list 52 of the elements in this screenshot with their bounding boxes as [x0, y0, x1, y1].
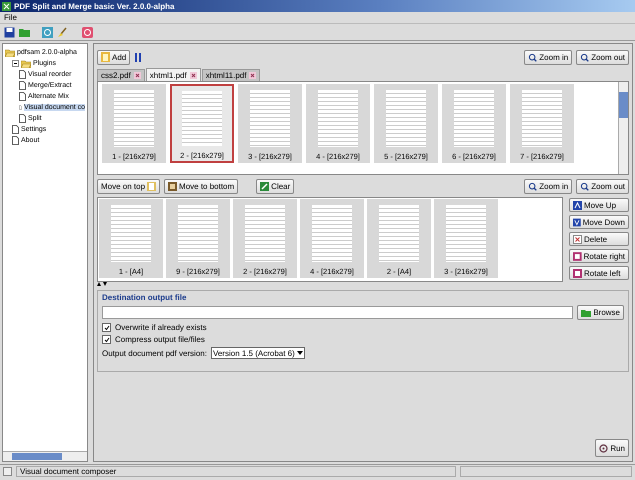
- checkbox-label: Compress output file/files: [115, 335, 205, 344]
- zoom-icon: [528, 182, 538, 190]
- status-icon: [3, 467, 12, 476]
- zoom-out-button[interactable]: Zoom out: [576, 50, 629, 64]
- add-button[interactable]: Add: [97, 50, 130, 64]
- toolbar-button[interactable]: Clear: [256, 178, 294, 194]
- group-title: Destination output file: [102, 293, 188, 302]
- gear-icon: [599, 444, 608, 452]
- page-icon: [147, 182, 156, 190]
- zoom-icon: [580, 182, 590, 190]
- zoom-icon: [528, 52, 538, 62]
- file-tab[interactable]: xhtml1.pdf: [146, 68, 201, 81]
- file-tab[interactable]: css2.pdf: [97, 69, 145, 81]
- side-button[interactable]: Move Up: [569, 198, 629, 212]
- destination-field[interactable]: [102, 306, 574, 319]
- side-button[interactable]: Rotate right: [569, 249, 629, 263]
- horizontal-scrollbar[interactable]: [3, 451, 87, 461]
- splitter-arrows-icon[interactable]: [97, 282, 107, 287]
- save-icon[interactable]: [4, 26, 15, 38]
- toolbar-button[interactable]: Move to bottom: [164, 178, 238, 194]
- file-tab[interactable]: xhtml11.pdf: [202, 69, 260, 81]
- toolbar-button[interactable]: Move on top: [97, 178, 160, 194]
- side-button[interactable]: Move Down: [569, 215, 629, 229]
- zoom-out-button[interactable]: Zoom out: [576, 178, 629, 194]
- checkbox-label: Overwrite if already exists: [115, 323, 207, 332]
- zoom-in-button[interactable]: Zoom in: [524, 178, 572, 194]
- page-icon: [168, 182, 178, 190]
- window-title: PDF Split and Merge basic Ver. 2.0.0-alpha: [14, 2, 174, 10]
- run-button[interactable]: Run: [595, 439, 629, 457]
- side-button[interactable]: Rotate left: [569, 266, 629, 280]
- browse-button[interactable]: Browse: [577, 305, 624, 320]
- close-icon[interactable]: [134, 72, 141, 79]
- zoom-in-button[interactable]: Zoom in: [524, 50, 572, 64]
- checkbox[interactable]: [102, 335, 111, 344]
- close-icon[interactable]: [249, 72, 256, 79]
- version-dropdown[interactable]: Version 1.5 (Acrobat 6): [210, 347, 305, 359]
- pause-icon[interactable]: [134, 52, 142, 62]
- zoom-icon: [580, 52, 590, 62]
- down-arrow-icon: [573, 218, 581, 226]
- status-text: Visual document composer: [16, 466, 456, 477]
- side-button[interactable]: Delete: [569, 232, 629, 246]
- version-label: Output document pdf version:: [102, 348, 207, 358]
- vertical-scrollbar[interactable]: [618, 82, 628, 174]
- collapse-icon[interactable]: [12, 60, 19, 67]
- delete-icon: [573, 234, 582, 244]
- folder-icon: [581, 308, 592, 316]
- dropdown-arrow-icon[interactable]: [296, 350, 303, 356]
- menu-item[interactable]: File: [4, 13, 17, 22]
- app-icon: [2, 2, 11, 10]
- up-arrow-icon: [573, 200, 582, 210]
- checkbox[interactable]: [102, 323, 111, 332]
- close-icon[interactable]: [190, 72, 197, 78]
